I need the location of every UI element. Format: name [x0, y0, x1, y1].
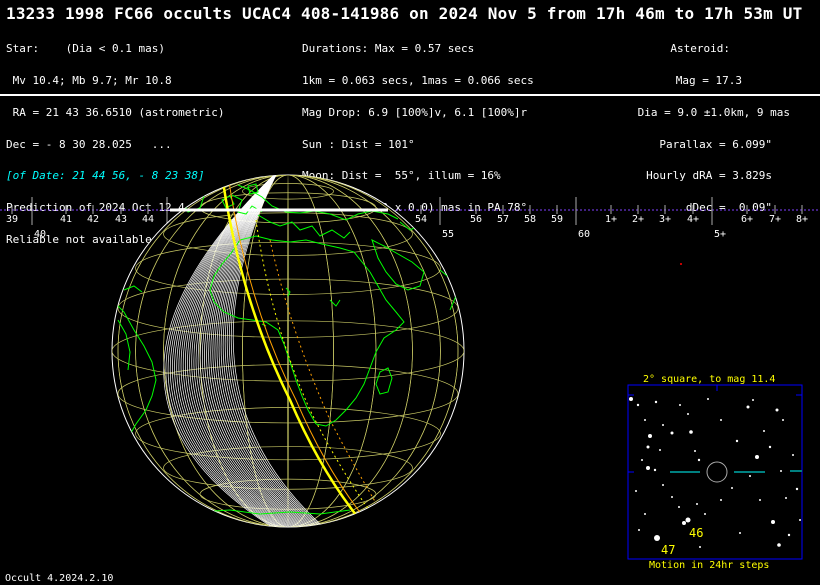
star [792, 454, 794, 456]
star [746, 405, 750, 409]
marker-dot [680, 263, 682, 265]
star [679, 404, 681, 406]
star [795, 487, 799, 491]
star [707, 398, 709, 400]
star-chart [627, 384, 803, 560]
star [780, 470, 782, 472]
star [720, 499, 722, 501]
star [759, 499, 761, 501]
star [785, 497, 787, 499]
star [629, 397, 633, 401]
star [653, 468, 657, 472]
motion-marker-47: 47 [661, 543, 676, 557]
timeline-label: 2+ [632, 214, 644, 225]
star [654, 400, 658, 404]
star [735, 439, 739, 443]
timeline-label: 44 [142, 214, 154, 225]
star [685, 517, 691, 523]
timeline-label: 58 [524, 214, 536, 225]
star [752, 399, 754, 401]
star [763, 430, 765, 432]
star [777, 543, 781, 547]
star [749, 475, 751, 477]
star-chart-title: 2° square, to mag 11.4 [643, 374, 776, 385]
star [671, 496, 673, 498]
star [731, 487, 733, 489]
star [739, 532, 741, 534]
star [768, 445, 772, 449]
timeline-label: 59 [551, 214, 563, 225]
timeline-label: 41 [60, 214, 72, 225]
star [787, 533, 791, 537]
timeline-label: 42 [87, 214, 99, 225]
star [636, 403, 640, 407]
timeline-label: 40 [34, 229, 46, 240]
timeline-label: 54 [415, 214, 427, 225]
star [704, 513, 706, 515]
star [755, 455, 759, 459]
star [662, 484, 664, 486]
timeline-label: 5+ [714, 229, 726, 240]
star [782, 419, 784, 421]
star [775, 408, 779, 412]
star [644, 513, 646, 515]
star [697, 458, 701, 462]
timeline-label: 4+ [687, 214, 699, 225]
star [654, 535, 660, 541]
star [646, 445, 650, 449]
star [670, 431, 674, 435]
star [638, 529, 640, 531]
timeline-label: 3+ [659, 214, 671, 225]
star [699, 546, 701, 548]
star [694, 450, 696, 452]
star [720, 419, 722, 421]
timeline-label: 57 [497, 214, 509, 225]
timeline-label: 43 [115, 214, 127, 225]
star [678, 506, 680, 508]
timeline-label: 60 [578, 229, 590, 240]
timeline-label: 1+ [605, 214, 617, 225]
star [646, 466, 650, 470]
star [635, 490, 637, 492]
timeline-label: 6+ [741, 214, 753, 225]
star [689, 430, 693, 434]
star [687, 413, 689, 415]
star [771, 520, 775, 524]
star [696, 503, 698, 505]
star-chart-caption: Motion in 24hr steps [649, 560, 770, 571]
timeline-label: 8+ [796, 214, 808, 225]
timeline-label: 55 [442, 229, 454, 240]
star [648, 434, 652, 438]
timeline-label: 56 [470, 214, 482, 225]
star-chart-frame [627, 384, 803, 560]
star [682, 521, 686, 525]
plot-canvas: 39404142434445545556575859601+2+3+4+5+6+… [0, 174, 820, 560]
earth-globe [111, 174, 465, 528]
version-footer: Occult 4.2024.2.10 [5, 573, 114, 584]
star [644, 419, 646, 421]
star [662, 424, 664, 426]
star [659, 449, 661, 451]
star [799, 519, 801, 521]
timeline-label: 39 [6, 214, 18, 225]
star [641, 459, 643, 461]
motion-marker-46: 46 [689, 526, 704, 540]
timeline-label: 7+ [769, 214, 781, 225]
